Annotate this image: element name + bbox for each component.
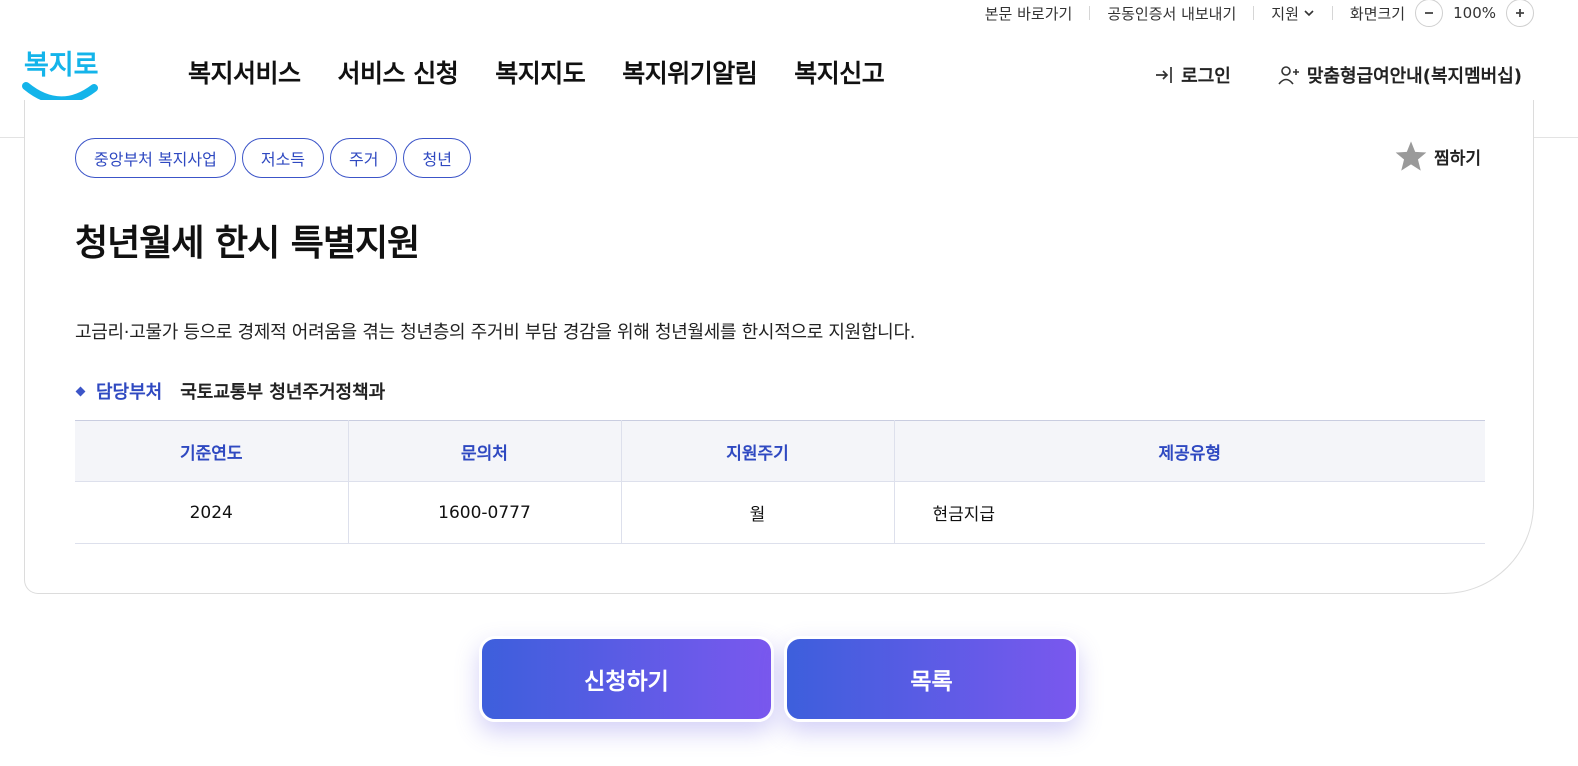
minus-icon xyxy=(1425,12,1434,14)
header-actions: 로그인 맞춤형급여안내(복지멤버십) xyxy=(1153,62,1522,88)
tag-list: 중앙부처 복지사업 저소득 주거 청년 xyxy=(75,138,471,178)
department-info: 담당부처 국토교통부 청년주거정책과 xyxy=(75,378,385,404)
table-row: 2024 1600-0777 월 현금지급 xyxy=(75,481,1485,544)
site-logo[interactable]: 복지로 xyxy=(22,38,102,108)
bullet-icon xyxy=(75,386,86,396)
plus-icon xyxy=(1516,9,1524,17)
tag-item[interactable]: 주거 xyxy=(330,138,398,178)
zoom-value: 100% xyxy=(1453,4,1496,22)
utility-bar: 본문 바로가기 공동인증서 내보내기 지원 화면크기 100% xyxy=(985,0,1534,27)
nav-service-apply[interactable]: 서비스 신청 xyxy=(338,54,459,90)
service-detail-card: 중앙부처 복지사업 저소득 주거 청년 찜하기 청년월세 한시 특별지원 고금리… xyxy=(24,100,1534,594)
column-header: 지원주기 xyxy=(621,420,895,482)
divider xyxy=(1089,6,1091,20)
chevron-down-icon xyxy=(1304,10,1314,17)
tag-item[interactable]: 청년 xyxy=(403,138,471,178)
service-info-table: 기준연도 문의처 지원주기 제공유형 2024 1600-0777 월 현금지급 xyxy=(75,420,1485,544)
membership-label: 맞춤형급여안내(복지멤버십) xyxy=(1306,66,1522,87)
bokjiro-logo: 복지로 xyxy=(22,50,99,105)
logo-text: 복지로 xyxy=(24,50,99,81)
divider xyxy=(1331,6,1333,20)
skip-to-content-link[interactable]: 본문 바로가기 xyxy=(985,3,1073,24)
table-cell: 현금지급 xyxy=(894,481,1485,544)
table-header-row: 기준연도 문의처 지원주기 제공유형 xyxy=(75,420,1485,482)
login-arrow-icon xyxy=(1156,67,1172,83)
department-label: 담당부처 xyxy=(96,382,163,403)
user-plus-icon xyxy=(1278,66,1299,85)
membership-link[interactable]: 맞춤형급여안내(복지멤버십) xyxy=(1277,62,1522,88)
zoom-label: 화면크기 xyxy=(1349,4,1406,23)
star-icon xyxy=(1395,141,1427,171)
column-header: 제공유형 xyxy=(894,420,1485,482)
table-cell: 월 xyxy=(621,481,895,544)
nav-crisis-alert[interactable]: 복지위기알림 xyxy=(622,54,758,90)
table-cell: 2024 xyxy=(75,481,349,544)
department-value: 국토교통부 청년주거정책과 xyxy=(180,382,386,403)
apply-button[interactable]: 신청하기 xyxy=(479,636,774,722)
page-title: 청년월세 한시 특별지원 xyxy=(75,223,420,264)
tag-item[interactable]: 중앙부처 복지사업 xyxy=(75,138,236,178)
divider xyxy=(1253,6,1255,20)
tag-item[interactable]: 저소득 xyxy=(241,138,325,178)
column-header: 문의처 xyxy=(348,420,622,482)
language-dropdown[interactable]: 지원 xyxy=(1271,3,1315,24)
favorite-button[interactable]: 찜하기 xyxy=(1394,140,1481,172)
table-cell: 1600-0777 xyxy=(348,481,622,544)
login-label: 로그인 xyxy=(1181,66,1231,87)
nav-welfare-service[interactable]: 복지서비스 xyxy=(188,54,301,90)
main-nav: 복지서비스 서비스 신청 복지지도 복지위기알림 복지신고 xyxy=(188,54,885,90)
nav-welfare-report[interactable]: 복지신고 xyxy=(794,54,885,90)
export-cert-link[interactable]: 공동인증서 내보내기 xyxy=(1107,3,1236,24)
zoom-in-button[interactable] xyxy=(1506,0,1534,27)
zoom-out-button[interactable] xyxy=(1415,0,1444,27)
nav-welfare-map[interactable]: 복지지도 xyxy=(495,54,586,90)
column-header: 기준연도 xyxy=(75,420,349,482)
language-label: 지원 xyxy=(1271,4,1299,23)
favorite-label: 찜하기 xyxy=(1434,148,1481,169)
list-button[interactable]: 목록 xyxy=(784,636,1079,722)
service-description: 고금리·고물가 등으로 경제적 어려움을 겪는 청년층의 주거비 부담 경감을 … xyxy=(75,322,916,343)
login-link[interactable]: 로그인 xyxy=(1153,62,1231,88)
action-buttons: 신청하기 목록 xyxy=(479,636,1079,722)
